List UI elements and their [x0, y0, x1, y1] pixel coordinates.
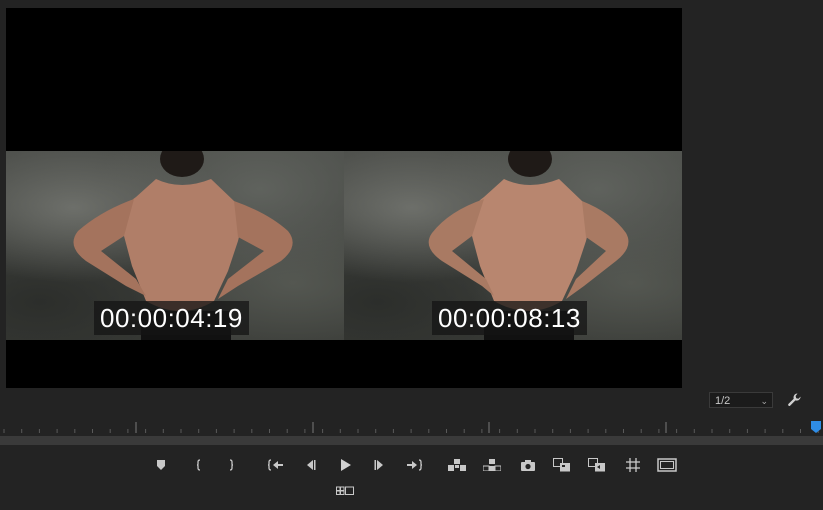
zoom-value: 1/2	[715, 395, 731, 407]
toggle-proxies-icon	[588, 458, 605, 472]
insert-icon	[448, 459, 466, 471]
multi-camera-icon	[336, 486, 354, 495]
multi-camera-button[interactable]	[335, 482, 355, 500]
mark-in-icon	[196, 459, 201, 471]
safe-margins-icon	[626, 458, 640, 472]
current-frame: 00:00:08:13	[344, 151, 682, 340]
full-screen-icon	[657, 458, 677, 472]
go-to-out-icon	[407, 459, 422, 471]
toggle-proxies-button[interactable]	[587, 456, 607, 474]
go-to-in-icon	[268, 459, 283, 471]
time-ruler[interactable]	[0, 416, 823, 436]
mark-out-button[interactable]	[221, 456, 241, 474]
play-icon	[341, 459, 351, 471]
export-frame-button[interactable]	[518, 456, 538, 474]
overwrite-button[interactable]	[482, 456, 502, 474]
add-marker-icon	[157, 460, 165, 470]
play-button[interactable]	[335, 456, 355, 474]
safe-margins-button[interactable]	[623, 456, 643, 474]
timeline-bar[interactable]	[0, 436, 823, 445]
export-frame-icon	[521, 460, 535, 471]
step-forward-icon	[374, 460, 383, 470]
full-screen-button[interactable]	[657, 456, 677, 474]
playhead-marker[interactable]	[811, 421, 821, 433]
step-back-button[interactable]	[300, 456, 320, 474]
reference-frame: 00:00:04:19	[6, 151, 344, 340]
program-monitor-viewer[interactable]: 00:00:04:19 00:00:08:13	[6, 8, 682, 388]
go-to-in-button[interactable]	[266, 456, 286, 474]
zoom-select[interactable]: 1/2 ⌄	[709, 392, 773, 408]
right-timecode: 00:00:08:13	[432, 301, 587, 335]
go-to-out-button[interactable]	[404, 456, 424, 474]
comparison-view-button[interactable]	[552, 456, 572, 474]
mark-out-icon	[229, 459, 234, 471]
left-timecode: 00:00:04:19	[94, 301, 249, 335]
comparison-view-icon	[553, 458, 570, 472]
chevron-down-icon: ⌄	[760, 396, 768, 406]
mark-in-button[interactable]	[189, 456, 209, 474]
add-marker-button[interactable]	[151, 456, 171, 474]
step-forward-button[interactable]	[370, 456, 390, 474]
overwrite-icon	[483, 459, 501, 471]
insert-button[interactable]	[447, 456, 467, 474]
wrench-icon[interactable]	[786, 391, 804, 409]
step-back-icon	[307, 460, 316, 470]
